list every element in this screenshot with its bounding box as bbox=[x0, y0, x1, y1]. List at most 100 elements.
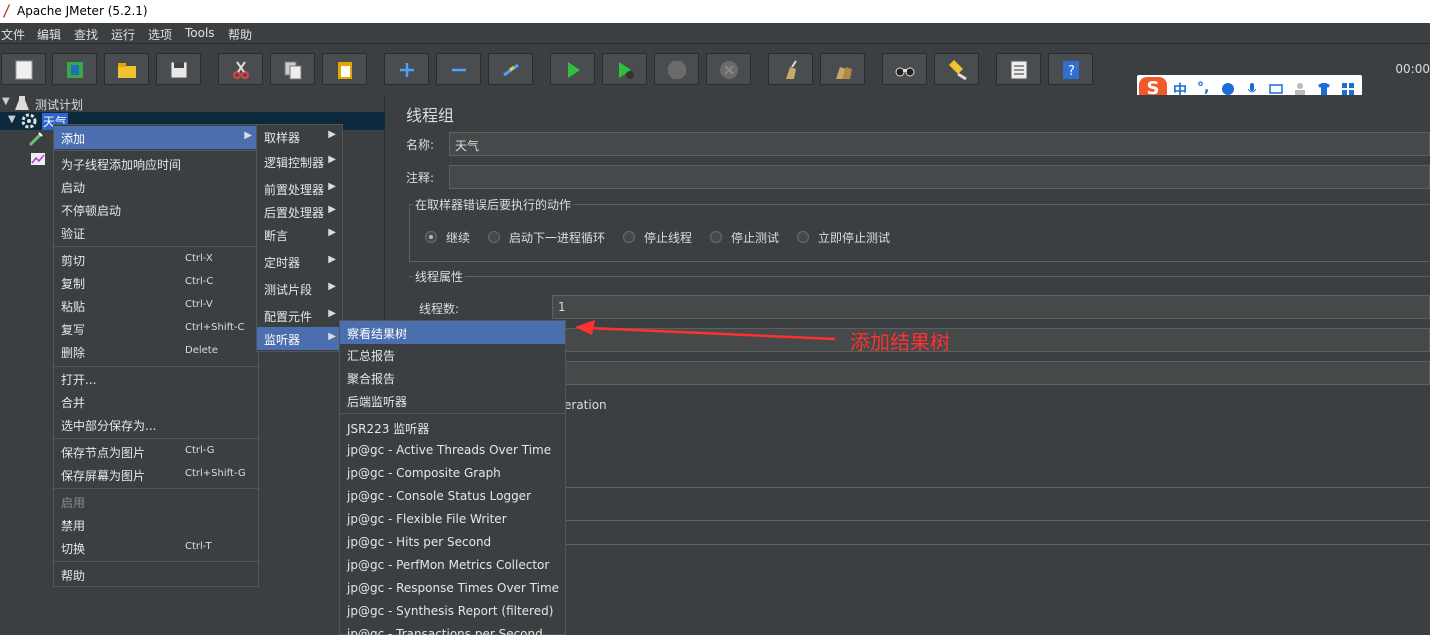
keyboard-icon[interactable] bbox=[1269, 82, 1283, 96]
test-plan-icon bbox=[15, 96, 29, 110]
menu-item-delete[interactable]: 删除 Delete bbox=[54, 340, 258, 363]
search-button[interactable] bbox=[882, 53, 927, 85]
clear-button[interactable] bbox=[768, 53, 813, 85]
radio-start-next-loop[interactable] bbox=[488, 231, 500, 243]
save-button[interactable] bbox=[156, 53, 201, 85]
radio-stop-thread[interactable] bbox=[623, 231, 635, 243]
menu-item-open[interactable]: 打开... bbox=[54, 367, 258, 390]
menu-tools[interactable]: Tools bbox=[185, 26, 215, 40]
start-no-pause-button[interactable] bbox=[602, 53, 647, 85]
listener-chart-icon[interactable] bbox=[30, 152, 46, 166]
user-icon[interactable] bbox=[1293, 82, 1307, 96]
collapse-all-button[interactable] bbox=[436, 53, 481, 85]
radio-continue[interactable] bbox=[425, 231, 437, 243]
listener-item-hits-per-second[interactable]: jp@gc - Hits per Second bbox=[340, 531, 565, 554]
submenu-item-timer[interactable]: 定时器 ▶ bbox=[257, 250, 342, 273]
menu-item-cut[interactable]: 剪切 Ctrl-X bbox=[54, 248, 258, 271]
submenu-item-assertion[interactable]: 断言 ▶ bbox=[257, 223, 342, 246]
templates-button[interactable] bbox=[52, 53, 97, 85]
menu-options[interactable]: 选项 bbox=[148, 26, 172, 43]
listener-item-composite-graph[interactable]: jp@gc - Composite Graph bbox=[340, 462, 565, 485]
submenu-item-listener[interactable]: 监听器 ▶ bbox=[257, 327, 342, 350]
open-button[interactable] bbox=[104, 53, 149, 85]
listener-item-summary-report[interactable]: 汇总报告 bbox=[340, 343, 565, 366]
menu-item-save-screen-as-image[interactable]: 保存屏幕为图片 Ctrl+Shift-G bbox=[54, 463, 258, 486]
search-icon bbox=[895, 67, 915, 77]
stop-button[interactable] bbox=[654, 53, 699, 85]
shirt-icon[interactable] bbox=[1317, 82, 1331, 96]
expand-arrow-icon[interactable]: ▼ bbox=[2, 96, 10, 107]
ime-punct-toggle[interactable]: °, bbox=[1197, 80, 1209, 96]
cut-icon bbox=[233, 61, 249, 79]
menu-run[interactable]: 运行 bbox=[111, 26, 135, 43]
start-button[interactable] bbox=[550, 53, 595, 85]
name-label: 名称: bbox=[406, 138, 435, 152]
listener-item-console-status-logger[interactable]: jp@gc - Console Status Logger bbox=[340, 485, 565, 508]
toggle-button[interactable] bbox=[488, 53, 533, 85]
menu-item-copy[interactable]: 复制 Ctrl-C bbox=[54, 271, 258, 294]
emoji-icon[interactable] bbox=[1221, 82, 1235, 96]
listener-item-synthesis-report[interactable]: jp@gc - Synthesis Report (filtered) bbox=[340, 600, 565, 623]
menu-item-start-no-pause[interactable]: 不停顿启动 bbox=[54, 198, 258, 221]
menu-item-toggle[interactable]: 切换 Ctrl-T bbox=[54, 536, 258, 559]
menu-item-disable[interactable]: 禁用 bbox=[54, 513, 258, 536]
submenu-item-post-processor[interactable]: 后置处理器 ▶ bbox=[257, 200, 342, 223]
expand-all-button[interactable] bbox=[384, 53, 429, 85]
elapsed-time: 00:00 bbox=[1395, 62, 1430, 76]
listener-item-backend-listener[interactable]: 后端监听器 bbox=[340, 389, 565, 412]
listener-item-transactions-per-second[interactable]: jp@gc - Transactions per Second bbox=[340, 623, 565, 635]
menu-item-validate[interactable]: 验证 bbox=[54, 221, 258, 244]
copy-button[interactable] bbox=[270, 53, 315, 85]
add-submenu: 取样器 ▶ 逻辑控制器 ▶ 前置处理器 ▶ 后置处理器 ▶ 断言 ▶ 定时器 ▶ 测试片段 ▶… bbox=[256, 124, 343, 352]
menu-item-add[interactable]: 添加 ▶ bbox=[54, 126, 258, 149]
comment-label: 注释: bbox=[406, 171, 435, 185]
radio-label-stop-thread: 停止线程 bbox=[644, 231, 693, 245]
help-button[interactable]: ? bbox=[1048, 53, 1093, 85]
loop-count-field[interactable] bbox=[552, 361, 1430, 385]
stop-icon bbox=[668, 61, 686, 79]
submenu-item-logic-controller[interactable]: 逻辑控制器 ▶ bbox=[257, 150, 342, 173]
tree-node-test-plan[interactable]: ▼ 测试计划 bbox=[0, 95, 385, 113]
radio-stop-test-now[interactable] bbox=[797, 231, 809, 243]
menu-item-help[interactable]: 帮助 bbox=[54, 563, 258, 586]
submenu-item-sampler[interactable]: 取样器 ▶ bbox=[257, 125, 342, 148]
clear-all-button[interactable] bbox=[820, 53, 865, 85]
function-helper-button[interactable] bbox=[996, 53, 1041, 85]
clear-icon bbox=[786, 60, 797, 79]
save-icon bbox=[170, 61, 188, 79]
comment-field[interactable] bbox=[449, 165, 1430, 189]
window-title-bar: Apache JMeter (5.2.1) bbox=[0, 0, 1430, 23]
submenu-item-config-element[interactable]: 配置元件 ▶ bbox=[257, 304, 342, 327]
menu-item-merge[interactable]: 合并 bbox=[54, 390, 258, 413]
listener-item-active-threads[interactable]: jp@gc - Active Threads Over Time bbox=[340, 439, 565, 462]
paste-button[interactable] bbox=[322, 53, 367, 85]
apps-icon[interactable] bbox=[1341, 82, 1355, 96]
listener-item-aggregate-report[interactable]: 聚合报告 bbox=[340, 366, 565, 389]
submenu-item-test-fragment[interactable]: 测试片段 ▶ bbox=[257, 277, 342, 300]
listener-item-flexible-file-writer[interactable]: jp@gc - Flexible File Writer bbox=[340, 508, 565, 531]
submenu-item-pre-processor[interactable]: 前置处理器 ▶ bbox=[257, 177, 342, 200]
expand-arrow-icon[interactable]: ▼ bbox=[8, 114, 16, 125]
menu-item-paste[interactable]: 粘贴 Ctrl-V bbox=[54, 294, 258, 317]
menu-item-duplicate[interactable]: 复写 Ctrl+Shift-C bbox=[54, 317, 258, 340]
mic-icon[interactable] bbox=[1245, 82, 1259, 96]
menu-help[interactable]: 帮助 bbox=[228, 26, 252, 43]
radio-stop-test[interactable] bbox=[710, 231, 722, 243]
sampler-icon[interactable] bbox=[28, 131, 44, 147]
menu-edit[interactable]: 编辑 bbox=[37, 26, 61, 43]
menu-file[interactable]: 文件 bbox=[1, 26, 25, 43]
menu-search[interactable]: 查找 bbox=[74, 26, 98, 43]
listener-item-jsr223[interactable]: JSR223 监听器 bbox=[340, 416, 565, 439]
menu-item-save-selection-as[interactable]: 选中部分保存为... bbox=[54, 413, 258, 436]
listener-item-view-results-tree[interactable]: 察看结果树 bbox=[340, 321, 565, 344]
listener-item-response-times[interactable]: jp@gc - Response Times Over Time bbox=[340, 577, 565, 600]
menu-item-save-node-as-image[interactable]: 保存节点为图片 Ctrl-G bbox=[54, 440, 258, 463]
new-button[interactable] bbox=[1, 53, 46, 85]
menu-item-add-think-times[interactable]: 为子线程添加响应时间 bbox=[54, 152, 258, 175]
reset-search-button[interactable] bbox=[934, 53, 979, 85]
menu-item-start[interactable]: 启动 bbox=[54, 175, 258, 198]
shutdown-button[interactable] bbox=[706, 53, 751, 85]
name-field[interactable]: 天气 bbox=[449, 132, 1430, 156]
cut-button[interactable] bbox=[218, 53, 263, 85]
listener-item-perfmon[interactable]: jp@gc - PerfMon Metrics Collector bbox=[340, 554, 565, 577]
